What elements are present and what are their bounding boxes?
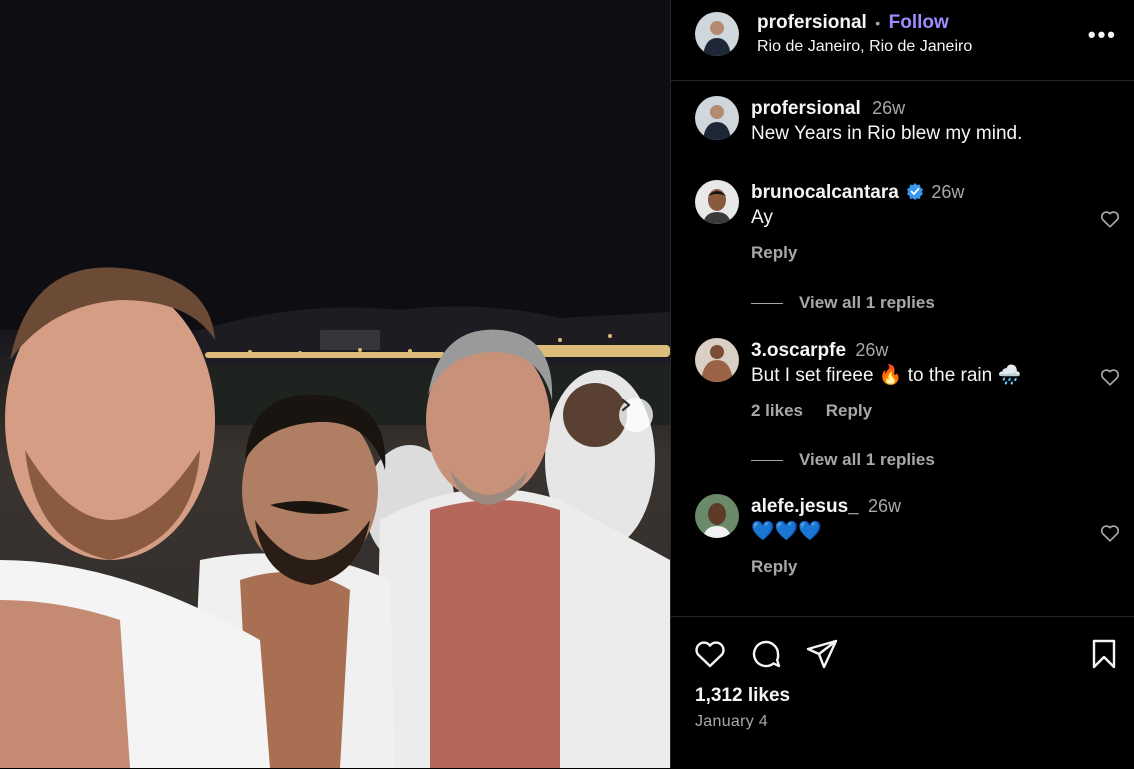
comment-username[interactable]: 3.oscarpfe bbox=[751, 340, 846, 361]
comment-text: 💙💙💙 bbox=[751, 521, 822, 542]
comment-like-heart-icon[interactable] bbox=[1099, 366, 1121, 388]
likes-count[interactable]: 1,312 likes bbox=[695, 685, 790, 707]
reply-button[interactable]: Reply bbox=[751, 243, 797, 262]
avatar-image bbox=[695, 96, 739, 140]
comment-bubble-icon[interactable] bbox=[749, 637, 783, 671]
comment-text: Ay bbox=[751, 207, 773, 228]
comment-username[interactable]: alefe.jesus_ bbox=[751, 496, 859, 517]
comment-item: brunocalcantara 26w Ay Reply bbox=[695, 180, 1120, 270]
view-replies-button[interactable]: View all 1 replies bbox=[751, 450, 935, 470]
reply-button[interactable]: Reply bbox=[751, 557, 797, 576]
dot-separator: • bbox=[875, 15, 881, 31]
avatar-image bbox=[695, 180, 739, 224]
comment-time[interactable]: 26w bbox=[931, 182, 964, 202]
photo-illustration bbox=[0, 0, 670, 768]
post-location[interactable]: Rio de Janeiro, Rio de Janeiro bbox=[757, 38, 972, 56]
post-photo[interactable] bbox=[0, 0, 670, 768]
comment-likes-count[interactable]: 2 likes bbox=[751, 401, 803, 420]
caption-time[interactable]: 26w bbox=[872, 98, 905, 118]
commenter-avatar[interactable] bbox=[695, 180, 739, 224]
bookmark-icon[interactable] bbox=[1087, 637, 1121, 671]
avatar-image bbox=[695, 12, 739, 56]
post-caption: profersional 26w New Years in Rio blew m… bbox=[695, 96, 1115, 156]
next-photo-button[interactable] bbox=[619, 398, 653, 432]
chevron-right-icon bbox=[621, 398, 631, 412]
comment-username[interactable]: brunocalcantara bbox=[751, 182, 899, 203]
follow-button[interactable]: Follow bbox=[889, 12, 949, 33]
comment-like-heart-icon[interactable] bbox=[1099, 208, 1121, 230]
comment-time[interactable]: 26w bbox=[868, 496, 901, 516]
comment-like-heart-icon[interactable] bbox=[1099, 522, 1121, 544]
author-username[interactable]: profersional bbox=[757, 12, 867, 33]
post-header: profersional • Follow Rio de Janeiro, Ri… bbox=[671, 0, 1134, 81]
heart-icon[interactable] bbox=[693, 637, 727, 671]
comment-text: But I set fireee 🔥 to the rain 🌧️ bbox=[751, 365, 1022, 386]
caption-avatar[interactable] bbox=[695, 96, 739, 140]
post-date[interactable]: January 4 bbox=[695, 713, 768, 731]
commenter-avatar[interactable] bbox=[695, 494, 739, 538]
paper-plane-icon[interactable] bbox=[805, 637, 839, 671]
comment-item: 3.oscarpfe 26w But I set fireee 🔥 to the… bbox=[695, 338, 1120, 428]
divider-line bbox=[751, 303, 783, 305]
author-avatar[interactable] bbox=[695, 12, 739, 56]
commenter-avatar[interactable] bbox=[695, 338, 739, 382]
view-replies-label: View all 1 replies bbox=[799, 450, 935, 469]
comment-item: alefe.jesus_ 26w 💙💙💙 Reply bbox=[695, 494, 1120, 584]
view-replies-button[interactable]: View all 1 replies bbox=[751, 293, 935, 313]
comment-time[interactable]: 26w bbox=[855, 340, 888, 360]
reply-button[interactable]: Reply bbox=[826, 401, 872, 420]
post-footer: 1,312 likes January 4 bbox=[671, 616, 1134, 769]
caption-username[interactable]: profersional bbox=[751, 98, 861, 119]
verified-badge-icon bbox=[907, 183, 924, 200]
more-options-icon[interactable]: ••• bbox=[1088, 22, 1117, 48]
caption-text: New Years in Rio blew my mind. bbox=[751, 123, 1023, 144]
avatar-image bbox=[695, 338, 739, 382]
divider-line bbox=[751, 460, 783, 462]
view-replies-label: View all 1 replies bbox=[799, 293, 935, 312]
post-side-panel: profersional • Follow Rio de Janeiro, Ri… bbox=[670, 0, 1134, 768]
avatar-image bbox=[695, 494, 739, 538]
